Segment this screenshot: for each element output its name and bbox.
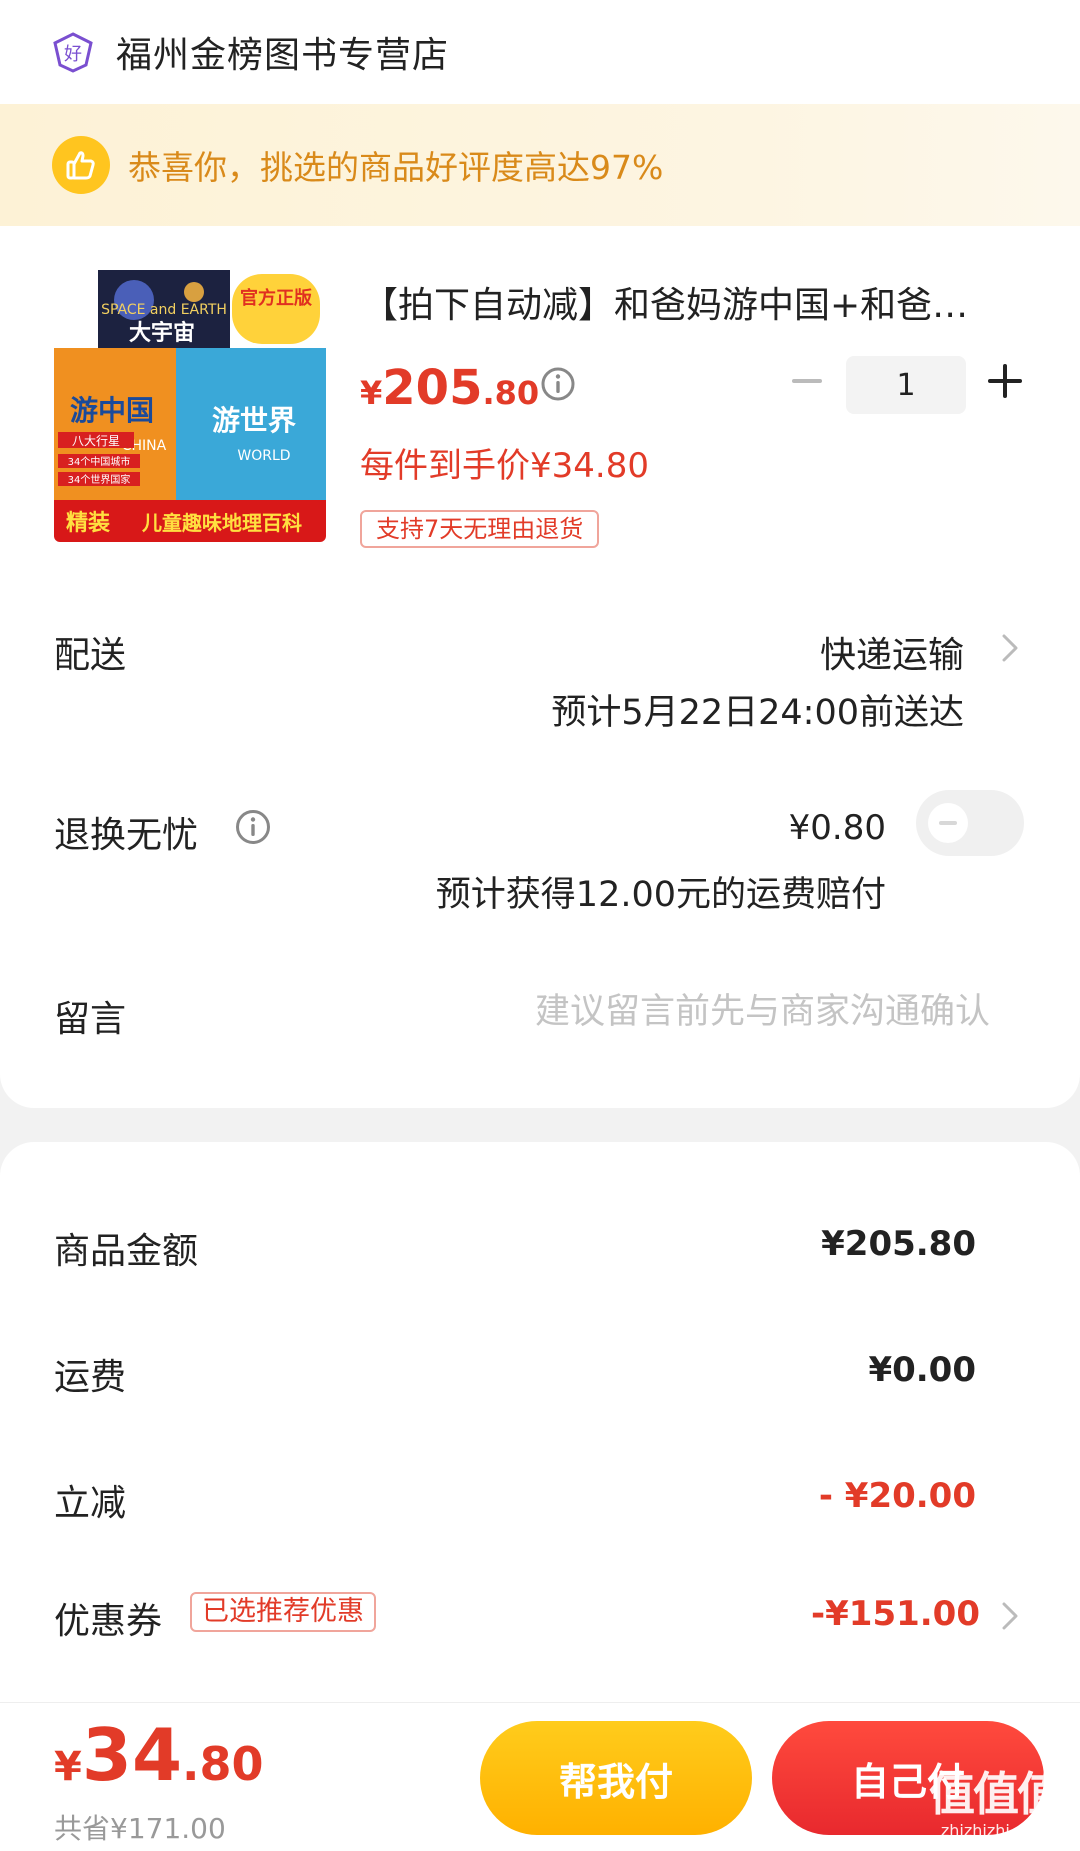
shop-badge-icon: 好	[52, 31, 94, 73]
quantity-input[interactable]: 1	[846, 356, 966, 414]
cover-space-text: SPACE and EARTH	[101, 302, 227, 318]
cover-china-text: 游中国	[70, 394, 154, 427]
delivery-method[interactable]: 快递运输	[820, 626, 964, 678]
coupon-chevron-right-icon[interactable]	[998, 1596, 1022, 1636]
worry-free-info-icon[interactable]	[234, 808, 272, 846]
worry-free-toggle[interactable]	[916, 790, 1024, 856]
delivery-eta: 预计5月22日24:00前送达	[551, 693, 964, 733]
total-saved: 共省¥171.00	[54, 1812, 226, 1845]
chevron-right-icon[interactable]	[998, 628, 1022, 668]
shop-badge-char: 好	[64, 44, 82, 65]
delivery-label: 配送	[54, 635, 127, 676]
coupon-value[interactable]: -¥151.00	[811, 1594, 980, 1634]
message-input[interactable]	[420, 986, 990, 1038]
watermark: 值值值 zhizhizhi.com	[920, 1767, 1070, 1847]
watermark-site: zhizhizhi.com	[940, 1821, 1050, 1840]
toggle-knob	[928, 803, 968, 843]
order-card: 好 福州金榜图书专营店 恭喜你，挑选的商品好评度高达97% SPACE and	[0, 0, 1080, 1108]
total-currency: ¥	[54, 1744, 82, 1790]
instant-discount-label: 立减	[54, 1483, 127, 1524]
message-label: 留言	[54, 999, 127, 1040]
shipping-fee-label: 运费	[54, 1357, 127, 1398]
coupon-recommended-badge: 已选推荐优惠	[190, 1592, 376, 1632]
help-me-pay-button[interactable]: 帮我付	[480, 1721, 752, 1835]
praise-banner: 恭喜你，挑选的商品好评度高达97%	[0, 104, 1080, 226]
goods-amount-value: ¥205.80	[821, 1224, 976, 1264]
product-title[interactable]: 【拍下自动减】和爸妈游中国+和爸…	[362, 276, 1022, 328]
quantity-decrease-button[interactable]	[790, 364, 824, 398]
goods-amount-label: 商品金额	[54, 1231, 199, 1272]
cover-world-text: 游世界	[212, 404, 296, 437]
total-decimal: .80	[182, 1737, 264, 1791]
total-price: ¥ 34 .80	[54, 1713, 264, 1797]
thumbs-up-icon	[52, 136, 110, 194]
checkout-page: 好 福州金榜图书专营店 恭喜你，挑选的商品好评度高达97% SPACE and	[0, 0, 1080, 1851]
shipping-fee-value: ¥0.00	[868, 1350, 976, 1390]
total-integer: 34	[81, 1713, 183, 1797]
price-decimal: .80	[482, 374, 540, 412]
shop-header[interactable]: 好 福州金榜图书专营店	[0, 0, 1080, 104]
watermark-mark: 值值值	[929, 1767, 1063, 1821]
praise-text: 恭喜你，挑选的商品好评度高达97%	[128, 148, 664, 187]
worry-free-note: 预计获得12.00元的运费赔付	[435, 875, 886, 915]
cover-universe-text: 大宇宙	[129, 320, 195, 346]
quantity-increase-button[interactable]	[988, 364, 1022, 398]
per-item-price: 每件到手价¥34.80	[360, 446, 649, 486]
price-currency: ¥	[360, 374, 383, 412]
shop-name: 福州金榜图书专营店	[116, 35, 450, 76]
coupon-label: 优惠券	[54, 1601, 163, 1642]
checkout-bottom-bar: ¥ 34 .80 共省¥171.00 帮我付 自己付 值值值 zhizhizhi…	[0, 1702, 1080, 1851]
cover-countries-text: 34个世界国家	[68, 473, 131, 486]
product-price: ¥ 205 .80	[360, 360, 539, 416]
cover-encyclopedia-text: 儿童趣味地理百科	[141, 511, 302, 535]
instant-discount-value: - ¥20.00	[818, 1476, 976, 1516]
cover-hardcover-text: 精装	[66, 510, 110, 536]
cover-world-en: WORLD	[237, 448, 290, 464]
worry-free-price: ¥0.80	[788, 808, 886, 848]
cover-official-text: 官方正版	[240, 287, 312, 309]
cover-cities-text: 34个中国城市	[68, 455, 131, 468]
return-policy-badge: 支持7天无理由退货	[360, 510, 600, 548]
worry-free-label: 退换无忧	[54, 815, 199, 856]
cover-planets-text: 八大行星	[72, 434, 120, 448]
price-integer: 205	[382, 360, 483, 416]
product-image[interactable]: SPACE and EARTH 大宇宙 官方正版 游中国 游世界 WORLD C…	[54, 270, 326, 542]
price-info-icon[interactable]	[540, 366, 576, 402]
